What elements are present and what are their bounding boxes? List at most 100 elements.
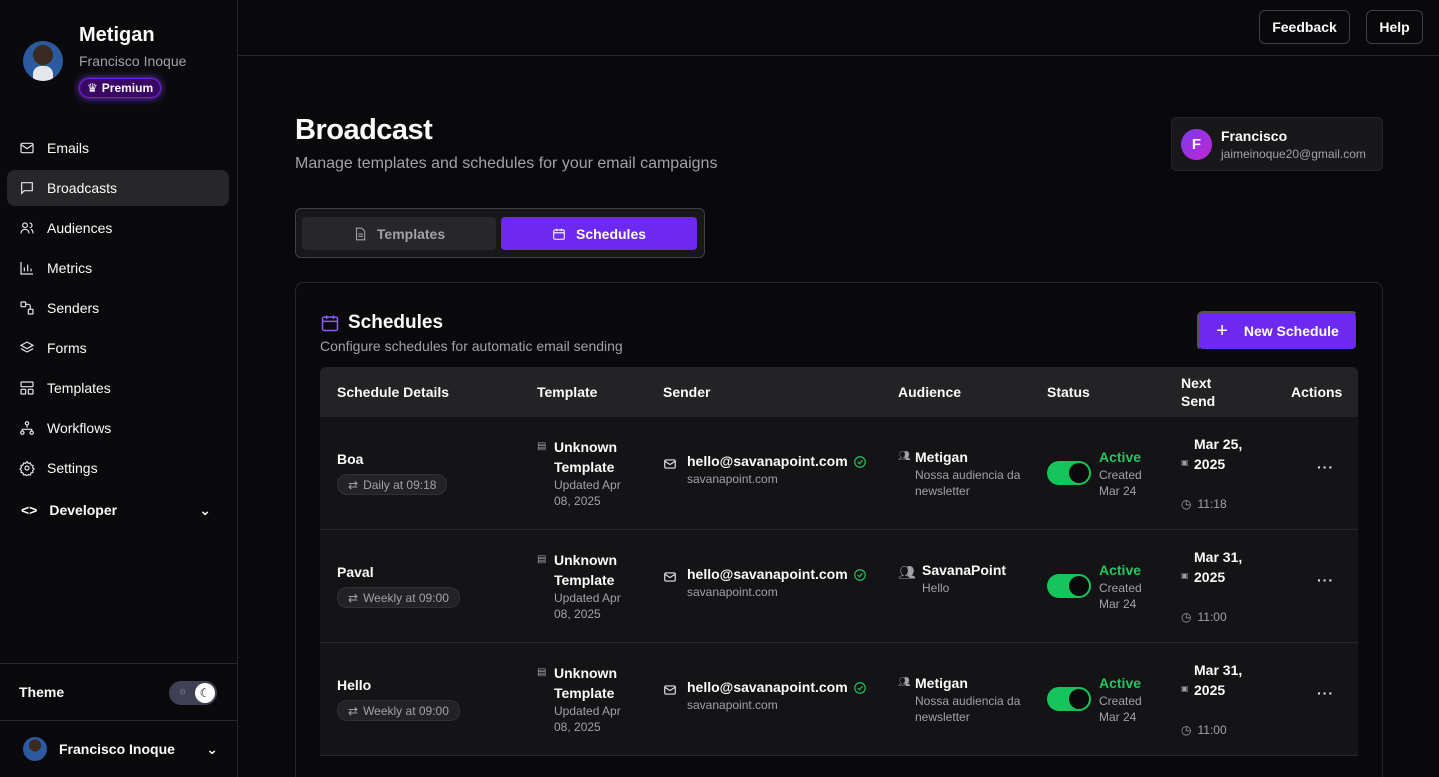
bar-chart-icon	[20, 262, 33, 275]
sender-email: hello@savanapoint.com	[687, 566, 848, 582]
brand-user: Francisco Inoque	[79, 53, 187, 69]
sidebar-item-label: Workflows	[47, 420, 112, 436]
status-toggle[interactable]	[1047, 687, 1091, 711]
calendar-icon	[553, 228, 565, 240]
sidebar-item-emails[interactable]: Emails	[7, 130, 229, 166]
sidebar-item-metrics[interactable]: Metrics	[7, 250, 229, 286]
next-send-time: ◷ 11:00	[1181, 610, 1227, 624]
account-card[interactable]: F Francisco jaimeinoque20@gmail.com	[1171, 117, 1383, 171]
theme-toggle[interactable]: ☼ ☾	[169, 681, 217, 705]
sidebar-item-label: Emails	[47, 140, 90, 156]
repeat-icon: ⇄	[348, 590, 359, 605]
sidebar-item-label: Broadcasts	[47, 180, 118, 196]
mail-icon	[664, 685, 676, 695]
brand-name: Metigan	[79, 24, 155, 46]
avatar	[23, 737, 47, 761]
file-icon: ▤	[537, 441, 547, 452]
route-icon	[20, 301, 34, 315]
calendar-icon: ▣	[1181, 571, 1189, 580]
crown-icon: ♛	[87, 81, 98, 95]
mail-icon	[664, 572, 676, 582]
mail-icon	[664, 459, 676, 469]
status-toggle[interactable]	[1047, 574, 1091, 598]
workflow-icon	[20, 421, 34, 435]
tab-templates[interactable]: Templates	[302, 217, 496, 250]
audience-description: Nossa audiencia da newsletter	[915, 468, 1021, 498]
feedback-button[interactable]: Feedback	[1259, 10, 1350, 44]
sidebar-item-workflows[interactable]: Workflows	[7, 410, 229, 446]
template-name: Unknown Template	[554, 665, 617, 701]
row-actions-button[interactable]: ···	[1317, 685, 1334, 701]
verified-check-icon	[854, 456, 866, 468]
card-subtitle: Configure schedules for automatic email …	[320, 338, 623, 354]
users-icon: 👥︎	[898, 677, 911, 688]
sender-email: hello@savanapoint.com	[687, 453, 848, 469]
calendar-icon: ▣	[1181, 458, 1189, 467]
message-square-icon	[21, 182, 33, 195]
sender-domain: savanapoint.com	[687, 472, 778, 486]
schedules-table: Schedule Details Template Sender Audienc…	[320, 367, 1358, 756]
account-name: Francisco	[1221, 128, 1288, 144]
status-badge: Active	[1099, 675, 1142, 691]
sidebar-item-forms[interactable]: Forms	[7, 330, 229, 366]
audience-description: Hello	[922, 581, 950, 595]
account-avatar: F	[1181, 129, 1212, 160]
column-header: Status	[1047, 384, 1090, 400]
file-icon: ▤	[537, 667, 547, 678]
created-date: Created Mar 24	[1099, 694, 1142, 724]
sidebar-item-label: Metrics	[47, 260, 93, 276]
status-toggle[interactable]	[1047, 461, 1091, 485]
sidebar-item-senders[interactable]: Senders	[7, 290, 229, 326]
mail-icon	[20, 142, 34, 154]
next-send-date: Mar 31, 2025	[1194, 662, 1243, 698]
frequency-text: Weekly at 09:00	[363, 590, 449, 605]
sidebar-item-audiences[interactable]: Audiences	[7, 210, 229, 246]
file-icon: ▤	[537, 554, 547, 565]
clock-icon: ◷	[1181, 497, 1192, 511]
new-schedule-button[interactable]: + New Schedule	[1197, 311, 1358, 351]
page-title: Broadcast	[295, 114, 433, 146]
app-root: Metigan Francisco Inoque ♛ Premium Email…	[0, 0, 1439, 777]
next-send-time: ◷ 11:00	[1181, 723, 1227, 737]
sidebar-item-broadcasts[interactable]: Broadcasts	[7, 170, 229, 206]
table-row: Paval ⇄ Weekly at 09:00 ▤ Unknown Templat…	[320, 530, 1358, 643]
schedule-name: Boa	[337, 451, 364, 467]
sidebar-item-developer[interactable]: <> Developer ⌄	[7, 490, 229, 530]
status-badge: Active	[1099, 562, 1142, 578]
user-menu[interactable]: Francisco Inoque ⌄	[23, 737, 218, 761]
frequency-badge: ⇄ Daily at 09:18	[337, 474, 448, 495]
users-icon: 👥︎	[898, 451, 911, 462]
frequency-badge: ⇄ Weekly at 09:00	[337, 700, 460, 721]
gear-icon	[19, 460, 35, 476]
template-updated: Updated Apr 08, 2025	[554, 591, 621, 621]
theme-label: Theme	[19, 684, 65, 700]
frequency-badge: ⇄ Weekly at 09:00	[337, 587, 460, 608]
repeat-icon: ⇄	[348, 477, 359, 492]
sidebar-item-label: Settings	[47, 460, 98, 476]
created-date: Created Mar 24	[1099, 581, 1142, 611]
sidebar-item-templates[interactable]: Templates	[7, 370, 229, 406]
brand-avatar[interactable]	[23, 41, 63, 81]
row-actions-button[interactable]: ···	[1317, 459, 1334, 475]
next-send-date: Mar 25, 2025	[1194, 436, 1243, 472]
sidebar-nav: Emails Broadcasts Audiences Metrics Send…	[7, 130, 229, 530]
new-schedule-label: New Schedule	[1243, 323, 1339, 339]
sender-email: hello@savanapoint.com	[687, 679, 848, 695]
layout-icon	[20, 381, 34, 395]
template-name: Unknown Template	[554, 552, 617, 588]
column-header: Audience	[898, 384, 962, 400]
sidebar-item-settings[interactable]: Settings	[7, 450, 229, 486]
row-actions-button[interactable]: ···	[1317, 572, 1334, 588]
audience-description: Nossa audiencia da newsletter	[915, 694, 1021, 724]
frequency-text: Weekly at 09:00	[363, 703, 449, 718]
template-updated: Updated Apr 08, 2025	[554, 704, 621, 734]
sidebar-item-label: Senders	[47, 300, 100, 316]
frequency-text: Daily at 09:18	[363, 477, 437, 492]
code-icon: <>	[21, 502, 38, 518]
chevron-down-icon: ⌄	[206, 740, 218, 757]
column-header: Actions	[1291, 384, 1343, 400]
help-button[interactable]: Help	[1366, 10, 1423, 44]
plus-icon: +	[1216, 319, 1228, 342]
verified-check-icon	[854, 569, 866, 581]
tab-schedules[interactable]: Schedules	[501, 217, 697, 250]
